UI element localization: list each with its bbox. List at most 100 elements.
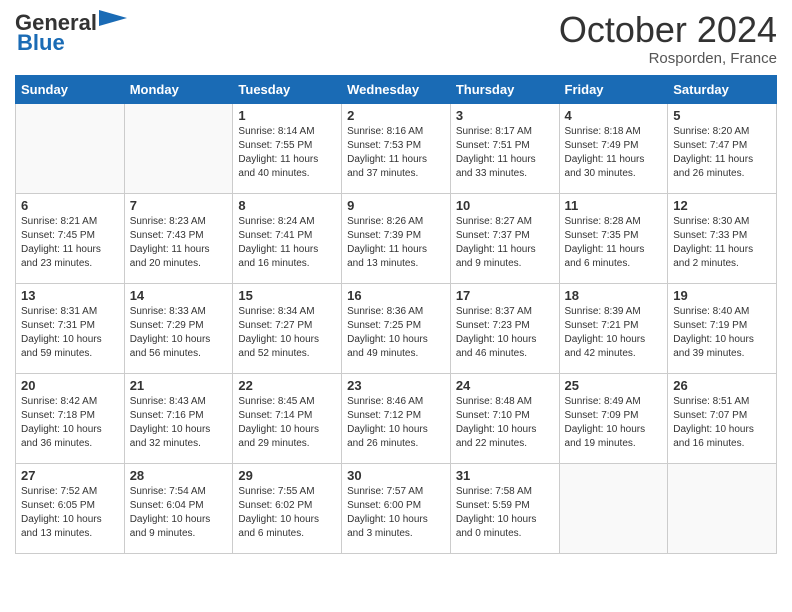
- calendar-cell: 5 Sunrise: 8:20 AM Sunset: 7:47 PM Daylig…: [668, 103, 777, 193]
- calendar-cell: [16, 103, 125, 193]
- day-info: Sunrise: 8:20 AM Sunset: 7:47 PM Dayligh…: [673, 125, 771, 181]
- day-number: 13: [21, 288, 119, 303]
- day-number: 16: [347, 288, 445, 303]
- weekday-header-tuesday: Tuesday: [233, 75, 342, 103]
- calendar-week-row: 20Sunrise: 8:42 AM Sunset: 7:18 PM Dayli…: [16, 373, 777, 463]
- weekday-header-friday: Friday: [559, 75, 668, 103]
- calendar-cell: 13 Sunrise: 8:31 AM Sunset: 7:31 PM Dayli…: [16, 283, 125, 373]
- calendar-cell: 6 Sunrise: 8:21 AM Sunset: 7:45 PM Daylig…: [16, 193, 125, 283]
- day-info: Sunrise: 8:14 AM Sunset: 7:55 PM Dayligh…: [238, 125, 336, 181]
- calendar-cell: 26 Sunrise: 8:51 AM Sunset: 7:07 PM Dayli…: [668, 373, 777, 463]
- calendar-page: General Blue October 2024 Rosporden, Fra…: [0, 0, 792, 569]
- day-number: 21: [130, 378, 228, 393]
- calendar-cell: 19Sunrise: 8:40 AM Sunset: 7:19 PM Dayli…: [668, 283, 777, 373]
- calendar-cell: 11Sunrise: 8:28 AM Sunset: 7:35 PM Dayli…: [559, 193, 668, 283]
- day-number: 9: [347, 198, 445, 213]
- day-number: 14: [130, 288, 228, 303]
- day-info: Sunrise: 7:57 AM Sunset: 6:00 PM Dayligh…: [347, 485, 445, 541]
- calendar-header-row: SundayMondayTuesdayWednesdayThursdayFrid…: [16, 75, 777, 103]
- day-number: 7: [130, 198, 228, 213]
- day-info: Sunrise: 7:58 AM Sunset: 5:59 PM Dayligh…: [456, 485, 554, 541]
- day-number: 18: [565, 288, 663, 303]
- day-info: Sunrise: 8:36 AM Sunset: 7:25 PM Dayligh…: [347, 305, 445, 361]
- day-number: 30: [347, 468, 445, 483]
- day-info: Sunrise: 8:30 AM Sunset: 7:33 PM Dayligh…: [673, 215, 771, 271]
- calendar-cell: 1 Sunrise: 8:14 AM Sunset: 7:55 PM Daylig…: [233, 103, 342, 193]
- day-number: 20: [21, 378, 119, 393]
- day-info: Sunrise: 8:31 AM Sunset: 7:31 PM Dayligh…: [21, 305, 119, 361]
- day-number: 17: [456, 288, 554, 303]
- day-info: Sunrise: 7:55 AM Sunset: 6:02 PM Dayligh…: [238, 485, 336, 541]
- calendar-cell: 8 Sunrise: 8:24 AM Sunset: 7:41 PM Daylig…: [233, 193, 342, 283]
- calendar-cell: 16 Sunrise: 8:36 AM Sunset: 7:25 PM Dayli…: [342, 283, 451, 373]
- day-number: 4: [565, 108, 663, 123]
- calendar-cell: 30 Sunrise: 7:57 AM Sunset: 6:00 PM Dayli…: [342, 463, 451, 553]
- day-info: Sunrise: 7:52 AM Sunset: 6:05 PM Dayligh…: [21, 485, 119, 541]
- calendar-cell: 28Sunrise: 7:54 AM Sunset: 6:04 PM Dayli…: [124, 463, 233, 553]
- day-info: Sunrise: 8:24 AM Sunset: 7:41 PM Dayligh…: [238, 215, 336, 271]
- calendar-cell: 14 Sunrise: 8:33 AM Sunset: 7:29 PM Dayli…: [124, 283, 233, 373]
- calendar-cell: 21 Sunrise: 8:43 AM Sunset: 7:16 PM Dayli…: [124, 373, 233, 463]
- day-number: 15: [238, 288, 336, 303]
- day-number: 3: [456, 108, 554, 123]
- day-number: 25: [565, 378, 663, 393]
- day-info: Sunrise: 8:33 AM Sunset: 7:29 PM Dayligh…: [130, 305, 228, 361]
- day-info: Sunrise: 8:26 AM Sunset: 7:39 PM Dayligh…: [347, 215, 445, 271]
- title-area: October 2024 Rosporden, France: [559, 10, 777, 67]
- day-info: Sunrise: 8:21 AM Sunset: 7:45 PM Dayligh…: [21, 215, 119, 271]
- calendar-cell: [559, 463, 668, 553]
- calendar-week-row: 27 Sunrise: 7:52 AM Sunset: 6:05 PM Dayli…: [16, 463, 777, 553]
- calendar-cell: 23Sunrise: 8:46 AM Sunset: 7:12 PM Dayli…: [342, 373, 451, 463]
- day-info: Sunrise: 8:51 AM Sunset: 7:07 PM Dayligh…: [673, 395, 771, 451]
- calendar-cell: [124, 103, 233, 193]
- day-info: Sunrise: 8:43 AM Sunset: 7:16 PM Dayligh…: [130, 395, 228, 451]
- day-number: 24: [456, 378, 554, 393]
- calendar-cell: 4 Sunrise: 8:18 AM Sunset: 7:49 PM Daylig…: [559, 103, 668, 193]
- day-info: Sunrise: 8:18 AM Sunset: 7:49 PM Dayligh…: [565, 125, 663, 181]
- calendar-cell: 24Sunrise: 8:48 AM Sunset: 7:10 PM Dayli…: [450, 373, 559, 463]
- calendar-cell: 22 Sunrise: 8:45 AM Sunset: 7:14 PM Dayli…: [233, 373, 342, 463]
- day-info: Sunrise: 8:17 AM Sunset: 7:51 PM Dayligh…: [456, 125, 554, 181]
- day-info: Sunrise: 8:37 AM Sunset: 7:23 PM Dayligh…: [456, 305, 554, 361]
- day-number: 12: [673, 198, 771, 213]
- day-number: 8: [238, 198, 336, 213]
- weekday-header-saturday: Saturday: [668, 75, 777, 103]
- calendar-week-row: 13 Sunrise: 8:31 AM Sunset: 7:31 PM Dayli…: [16, 283, 777, 373]
- month-title: October 2024: [559, 10, 777, 50]
- day-number: 31: [456, 468, 554, 483]
- day-number: 2: [347, 108, 445, 123]
- day-number: 23: [347, 378, 445, 393]
- header: General Blue October 2024 Rosporden, Fra…: [15, 10, 777, 67]
- calendar-cell: 17 Sunrise: 8:37 AM Sunset: 7:23 PM Dayli…: [450, 283, 559, 373]
- day-number: 1: [238, 108, 336, 123]
- weekday-header-thursday: Thursday: [450, 75, 559, 103]
- weekday-header-monday: Monday: [124, 75, 233, 103]
- day-info: Sunrise: 8:23 AM Sunset: 7:43 PM Dayligh…: [130, 215, 228, 271]
- calendar-cell: 31 Sunrise: 7:58 AM Sunset: 5:59 PM Dayli…: [450, 463, 559, 553]
- calendar-cell: 15Sunrise: 8:34 AM Sunset: 7:27 PM Dayli…: [233, 283, 342, 373]
- logo: General Blue: [15, 10, 127, 56]
- calendar-cell: 27 Sunrise: 7:52 AM Sunset: 6:05 PM Dayli…: [16, 463, 125, 553]
- calendar-cell: [668, 463, 777, 553]
- calendar-cell: 9 Sunrise: 8:26 AM Sunset: 7:39 PM Daylig…: [342, 193, 451, 283]
- calendar-cell: 7 Sunrise: 8:23 AM Sunset: 7:43 PM Daylig…: [124, 193, 233, 283]
- day-number: 5: [673, 108, 771, 123]
- day-info: Sunrise: 8:45 AM Sunset: 7:14 PM Dayligh…: [238, 395, 336, 451]
- day-info: Sunrise: 8:16 AM Sunset: 7:53 PM Dayligh…: [347, 125, 445, 181]
- calendar-cell: 10Sunrise: 8:27 AM Sunset: 7:37 PM Dayli…: [450, 193, 559, 283]
- weekday-header-wednesday: Wednesday: [342, 75, 451, 103]
- day-number: 27: [21, 468, 119, 483]
- calendar-cell: 20Sunrise: 8:42 AM Sunset: 7:18 PM Dayli…: [16, 373, 125, 463]
- day-number: 26: [673, 378, 771, 393]
- day-info: Sunrise: 8:49 AM Sunset: 7:09 PM Dayligh…: [565, 395, 663, 451]
- day-info: Sunrise: 7:54 AM Sunset: 6:04 PM Dayligh…: [130, 485, 228, 541]
- day-number: 11: [565, 198, 663, 213]
- calendar-table: SundayMondayTuesdayWednesdayThursdayFrid…: [15, 75, 777, 554]
- calendar-cell: 12 Sunrise: 8:30 AM Sunset: 7:33 PM Dayli…: [668, 193, 777, 283]
- day-number: 29: [238, 468, 336, 483]
- logo-blue: Blue: [17, 30, 65, 56]
- day-info: Sunrise: 8:39 AM Sunset: 7:21 PM Dayligh…: [565, 305, 663, 361]
- day-number: 6: [21, 198, 119, 213]
- day-number: 22: [238, 378, 336, 393]
- calendar-cell: 2 Sunrise: 8:16 AM Sunset: 7:53 PM Daylig…: [342, 103, 451, 193]
